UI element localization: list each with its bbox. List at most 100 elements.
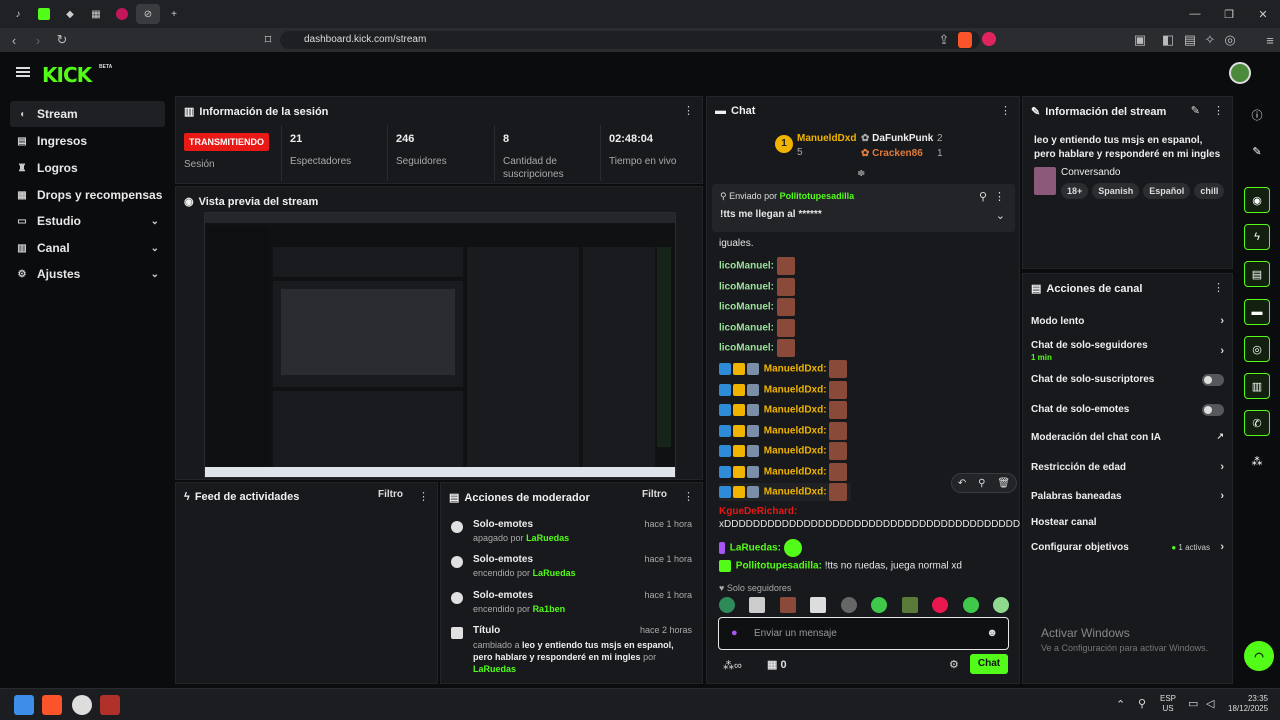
edit-icon[interactable]: ✎: [1191, 104, 1200, 117]
tag[interactable]: Spanish: [1092, 183, 1140, 199]
mod-filter-button[interactable]: Filtro: [642, 489, 667, 500]
brave-shield-icon[interactable]: [958, 32, 972, 48]
reload-icon[interactable]: ↻: [52, 30, 72, 50]
stream-preview-video[interactable]: [204, 212, 676, 478]
sidebar-item-stream[interactable]: ◖ Stream: [10, 101, 165, 127]
clock[interactable]: 23:35 18/12/2025: [1228, 694, 1268, 714]
mic-icon[interactable]: ⚲: [1138, 697, 1146, 710]
tag[interactable]: 18+: [1061, 183, 1089, 199]
goals-row[interactable]: Configurar objetivos ● 1 activas ›: [1031, 541, 1224, 553]
chat-message[interactable]: ManueldDxd:: [719, 483, 852, 501]
new-tab-button[interactable]: +: [162, 4, 186, 24]
emote-icon[interactable]: [719, 597, 735, 613]
emote-icon[interactable]: [810, 597, 827, 613]
points-display[interactable]: ▦ 0: [767, 658, 787, 671]
ai-moderation-row[interactable]: Moderación del chat con IA ↗: [1031, 431, 1224, 443]
tab-app2[interactable]: ▦: [84, 4, 108, 24]
broadcast-icon[interactable]: ◎: [1244, 336, 1270, 362]
kick-logo[interactable]: KICK: [42, 63, 92, 87]
sidebar-item-estudio[interactable]: ▭ Estudio ⌄: [10, 208, 165, 234]
more-icon[interactable]: ⋮: [1213, 281, 1224, 294]
delete-icon[interactable]: 🗑: [997, 478, 1010, 489]
more-icon[interactable]: ⋮: [994, 190, 1005, 203]
emote-icon[interactable]: [749, 597, 766, 613]
chat-input[interactable]: ● Enviar un mensaje ☻: [718, 617, 1009, 650]
activity-filter-button[interactable]: Filtro: [378, 489, 403, 500]
leader-name[interactable]: ManueldDxd: [797, 133, 856, 144]
slow-mode-row[interactable]: Modo lento ›: [1031, 315, 1224, 327]
host-channel-row[interactable]: Hostear canal: [1031, 517, 1224, 528]
more-icon[interactable]: ⋮: [683, 104, 694, 117]
category-name[interactable]: Conversando: [1061, 167, 1120, 178]
rewards-icon[interactable]: [982, 32, 996, 46]
leader-name[interactable]: ✿ Cracken86: [861, 148, 923, 159]
back-icon[interactable]: ‹: [4, 30, 24, 50]
pin-icon[interactable]: ⚲: [978, 478, 985, 489]
wallet-icon[interactable]: ▤: [1180, 30, 1200, 50]
emote-icon[interactable]: [871, 597, 888, 613]
pin-icon[interactable]: ⚲: [979, 190, 987, 203]
more-icon[interactable]: ⋮: [418, 490, 429, 503]
hamburger-icon[interactable]: [16, 67, 30, 77]
more-icon[interactable]: ⋮: [683, 490, 694, 503]
edit-icon[interactable]: ✎: [1244, 138, 1270, 164]
maximize-icon[interactable]: ❐: [1212, 0, 1246, 28]
menu-icon[interactable]: ≡: [1260, 30, 1280, 50]
brave-taskbar-icon[interactable]: [42, 695, 62, 715]
vpn-icon[interactable]: ◎: [1220, 30, 1240, 50]
sidebar-item-canal[interactable]: ▥ Canal ⌄: [10, 235, 165, 261]
chevron-down-icon[interactable]: ⌄: [996, 209, 1005, 222]
followers-only-row[interactable]: Chat de solo-seguidores 1 min ›: [1031, 340, 1224, 362]
preview-icon[interactable]: ◉: [1244, 187, 1270, 213]
emote-icon[interactable]: [992, 597, 1009, 613]
sidebar-item-ingresos[interactable]: ▤ Ingresos: [10, 128, 165, 154]
support-chat-button[interactable]: ◠: [1244, 641, 1274, 671]
language-indicator[interactable]: ESP US: [1160, 694, 1176, 714]
windows-start-icon[interactable]: [14, 695, 34, 715]
bolt-icon[interactable]: ϟ: [1244, 224, 1270, 250]
close-icon[interactable]: ✕: [1246, 0, 1280, 28]
chevron-up-icon[interactable]: ⌃: [1116, 698, 1125, 711]
age-restriction-row[interactable]: Restricción de edad ›: [1031, 461, 1224, 473]
send-chat-button[interactable]: Chat: [970, 654, 1008, 674]
more-icon[interactable]: ⋮: [1213, 104, 1224, 117]
widgets-icon[interactable]: ⁂: [1244, 448, 1270, 474]
subs-only-toggle[interactable]: [1202, 374, 1224, 386]
more-icon[interactable]: ⋮: [1000, 104, 1011, 117]
tab-active[interactable]: ⊘: [136, 4, 160, 24]
avatar[interactable]: [1229, 62, 1251, 84]
tag[interactable]: Español: [1143, 183, 1191, 199]
emotes-only-toggle[interactable]: [1202, 404, 1224, 416]
share-icon[interactable]: ⇪: [934, 30, 954, 50]
emoji-icon[interactable]: ☻: [986, 627, 998, 639]
emote-icon[interactable]: [932, 597, 949, 613]
notes-icon[interactable]: ▤: [1244, 261, 1270, 287]
app-taskbar-icon[interactable]: [100, 695, 120, 715]
tab-tiktok[interactable]: ♪: [6, 4, 30, 24]
wrench-icon[interactable]: ✆: [1244, 410, 1270, 436]
expand-icon[interactable]: ≑: [857, 168, 865, 179]
gear-icon[interactable]: ⚙: [949, 658, 959, 671]
info-icon[interactable]: ⓘ: [1244, 102, 1270, 128]
sidebar-item-ajustes[interactable]: ⚙ Ajustes ⌄: [10, 261, 165, 287]
chat-icon[interactable]: ▬: [1244, 299, 1270, 325]
emote-icon[interactable]: [901, 597, 918, 613]
tab-kick[interactable]: [32, 4, 56, 24]
emote-icon[interactable]: [962, 597, 979, 613]
volume-icon[interactable]: ◁: [1206, 697, 1214, 710]
banned-words-row[interactable]: Palabras baneadas ›: [1031, 490, 1224, 502]
leo-icon[interactable]: ✧: [1200, 30, 1220, 50]
infinity-icon[interactable]: ⁂∞: [723, 659, 742, 672]
reply-icon[interactable]: ↶: [958, 478, 966, 489]
leader-name[interactable]: ✿ DaFunkPunk: [861, 133, 933, 144]
url-input[interactable]: dashboard.kick.com/stream: [280, 31, 980, 49]
sidebar-toggle-icon[interactable]: ◧: [1158, 30, 1178, 50]
tab-21[interactable]: [110, 4, 134, 24]
sidebar-item-logros[interactable]: ♜ Logros: [10, 155, 165, 181]
emote-icon[interactable]: [779, 597, 796, 613]
emote-icon[interactable]: [840, 597, 857, 613]
network-icon[interactable]: ▭: [1188, 697, 1198, 710]
tag[interactable]: chill: [1194, 183, 1225, 199]
tab-app[interactable]: ◆: [58, 4, 82, 24]
bookmark-icon[interactable]: ⌑: [258, 30, 278, 50]
